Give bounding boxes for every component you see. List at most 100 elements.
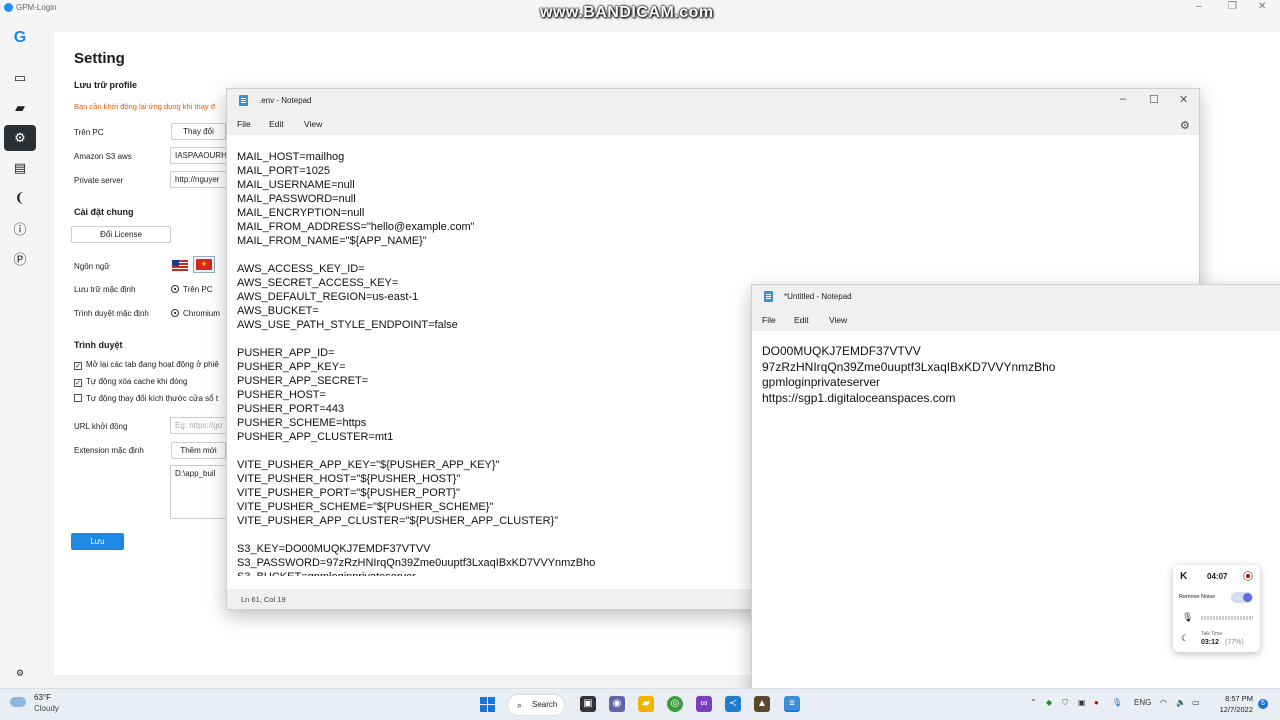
checkbox-reopen-tabs-label: Mở lại các tab đang hoạt động ở phiê bbox=[86, 360, 219, 369]
storage-radio-pc[interactable]: Trên PC bbox=[171, 285, 213, 294]
app-icon[interactable]: ▲ bbox=[754, 696, 770, 712]
notification-badge[interactable]: 5 bbox=[1258, 699, 1268, 709]
settings-small-icon[interactable]: ⚙ bbox=[8, 661, 32, 685]
menu-edit[interactable]: Edit bbox=[794, 315, 809, 325]
menu-file[interactable]: File bbox=[762, 315, 776, 325]
notepad-icon bbox=[764, 291, 773, 302]
info-icon[interactable]: ⓘ bbox=[8, 216, 32, 240]
remove-noise-label: Remove Noise bbox=[1179, 594, 1216, 600]
file-explorer-icon[interactable]: ▰ bbox=[638, 696, 654, 712]
minimize-icon[interactable]: – bbox=[1196, 1, 1202, 12]
language-indicator[interactable]: ENG bbox=[1134, 698, 1151, 707]
checkbox-resize-window[interactable]: Tự động thay đổi kích thước cửa sổ t bbox=[74, 394, 218, 403]
stop-record-button[interactable] bbox=[1243, 571, 1253, 581]
s3-label: Amazon S3 aws bbox=[74, 152, 132, 161]
menu-view[interactable]: View bbox=[829, 315, 847, 325]
notepad-icon bbox=[239, 95, 248, 106]
battery-icon[interactable]: ▭ bbox=[1192, 698, 1200, 707]
taskbar: 63°F Cloudy ⌕ Search ▣ ◉ ▰ ◎ ∞ ≺ ▲ ≡ ⌃ ◆… bbox=[0, 688, 1280, 720]
folder-icon[interactable]: ▰ bbox=[8, 96, 32, 120]
cursor-position: Ln 61, Col 19 bbox=[241, 595, 286, 604]
pc-label: Trên PC bbox=[74, 128, 104, 137]
close-icon[interactable]: ✕ bbox=[1179, 93, 1188, 106]
checkbox-resize-window-label: Tự động thay đổi kích thước cửa sổ t bbox=[86, 394, 219, 403]
chevron-up-icon[interactable]: ⌃ bbox=[1030, 698, 1037, 707]
extension-textarea[interactable]: D:\app_buil bbox=[170, 465, 230, 519]
browser-radio-chromium[interactable]: Chromium bbox=[171, 309, 220, 318]
notepad-taskbar-icon[interactable]: ≡ bbox=[784, 696, 800, 712]
minimize-icon[interactable]: – bbox=[1120, 93, 1126, 105]
url-input[interactable]: Eg: https://go bbox=[170, 417, 230, 434]
gpm-home-logo-icon[interactable]: G bbox=[8, 26, 32, 50]
clock-date: 12/7/2022 bbox=[1219, 705, 1253, 714]
general-section-title: Cài đặt chung bbox=[74, 207, 134, 217]
storage-radio-label: Trên PC bbox=[183, 285, 213, 294]
recording-time: 04:07 bbox=[1207, 572, 1228, 581]
talk-time-icon: ☾ bbox=[1181, 633, 1190, 643]
notepad-untitled-titlebar: *Untitled - Notepad bbox=[752, 285, 1280, 309]
tray-app-icon[interactable]: ▣ bbox=[1078, 698, 1086, 707]
visual-studio-icon[interactable]: ∞ bbox=[696, 696, 712, 712]
private-server-field[interactable]: http://nguyer bbox=[170, 171, 230, 188]
gpm-logo-icon bbox=[4, 3, 13, 12]
bandicam-watermark: www.BANDICAM.com bbox=[540, 4, 714, 21]
start-button[interactable] bbox=[480, 697, 495, 712]
taskbar-search[interactable]: ⌕ Search bbox=[507, 694, 565, 716]
record-icon[interactable]: ● bbox=[1094, 698, 1099, 707]
cloud-icon bbox=[10, 697, 26, 707]
gpm-sidebar: G ▭ ▰ ⚙ ▤ ❨ ⓘ Ⓟ ⚙ bbox=[0, 16, 40, 688]
wifi-icon[interactable]: ◠ bbox=[1160, 698, 1167, 707]
restart-warning: Bạn cần khởi động lại ứng dụng khi thay … bbox=[74, 102, 215, 111]
weather-temp: 63°F bbox=[34, 693, 51, 702]
private-server-label: Private server bbox=[74, 176, 124, 185]
checkbox-reopen-tabs[interactable]: ✓ Mở lại các tab đang hoạt động ở phiê bbox=[74, 360, 219, 370]
url-label: URL khởi động bbox=[74, 422, 128, 431]
gear-icon[interactable]: ⚙ bbox=[4, 125, 36, 151]
recorder-widget: K 04:07 Remove Noise 🎙 ☾ Talk Time 03:12… bbox=[1173, 565, 1260, 652]
search-label: Search bbox=[532, 700, 558, 709]
chat-icon[interactable]: ◉ bbox=[609, 696, 625, 712]
close-icon[interactable]: ✕ bbox=[1258, 1, 1266, 12]
us-flag-icon[interactable] bbox=[172, 260, 188, 271]
vn-flag-icon: ★ bbox=[196, 259, 212, 270]
browser-radio-label: Chromium bbox=[183, 309, 220, 318]
vscode-icon[interactable]: ≺ bbox=[725, 696, 741, 712]
recorder-logo-icon: K bbox=[1180, 571, 1188, 582]
clock[interactable]: 8:57 PM 12/7/2022 bbox=[1215, 693, 1253, 715]
volume-icon[interactable]: 🔈 bbox=[1176, 698, 1186, 707]
storage-section-title: Lưu trữ profile bbox=[74, 80, 138, 90]
book-icon[interactable]: ▤ bbox=[8, 156, 32, 180]
vn-flag-selected[interactable]: ★ bbox=[193, 256, 215, 273]
mic-tray-icon[interactable]: 🎙 bbox=[1112, 698, 1122, 707]
default-storage-label: Lưu trữ mặc định bbox=[74, 285, 136, 294]
chrome-icon[interactable]: ◎ bbox=[667, 696, 683, 712]
security-icon[interactable]: ◆ bbox=[1046, 698, 1052, 707]
talk-time-label: Talk Time bbox=[1201, 631, 1223, 637]
p-icon[interactable]: Ⓟ bbox=[8, 246, 32, 270]
search-icon: ⌕ bbox=[517, 700, 523, 710]
change-button[interactable]: Thay đổi bbox=[171, 123, 226, 140]
maximize-icon[interactable]: ☐ bbox=[1149, 93, 1159, 106]
clock-time: 8:57 PM bbox=[1225, 694, 1253, 703]
s3-field[interactable]: IASPAAOURH bbox=[170, 147, 230, 164]
talk-time-percent: (77%) bbox=[1225, 639, 1244, 646]
add-extension-button[interactable]: Thêm mới bbox=[171, 442, 226, 459]
restore-icon[interactable]: ❐ bbox=[1228, 1, 1237, 12]
shield-icon[interactable]: ⛉ bbox=[1062, 698, 1068, 708]
audio-level-bars bbox=[1201, 616, 1253, 620]
remove-noise-toggle[interactable] bbox=[1231, 592, 1253, 603]
api-icon[interactable]: ❨ bbox=[8, 186, 32, 210]
notepad-untitled-title: *Untitled - Notepad bbox=[784, 292, 852, 301]
card-icon[interactable]: ▭ bbox=[8, 66, 32, 90]
gpm-window-title: GPM-Login bbox=[16, 3, 57, 12]
language-label: Ngôn ngữ bbox=[74, 262, 110, 271]
task-view-icon[interactable]: ▣ bbox=[580, 696, 596, 712]
save-button[interactable]: Lưu bbox=[71, 533, 124, 550]
change-license-button[interactable]: Đổi License bbox=[71, 226, 171, 243]
page-title: Setting bbox=[74, 50, 125, 67]
checkbox-clear-cache[interactable]: ✓ Tự động xóa cache khi đóng bbox=[74, 377, 187, 387]
notepad-untitled-menubar: File Edit View bbox=[752, 309, 1280, 331]
microphone-icon[interactable]: 🎙 bbox=[1182, 612, 1193, 623]
notepad-untitled-text[interactable]: DO00MUQKJ7EMDF37VTVV 97zRzHNIrqQn39Zme0u… bbox=[762, 344, 1182, 424]
browser-section-title: Trình duyệt bbox=[74, 340, 123, 350]
